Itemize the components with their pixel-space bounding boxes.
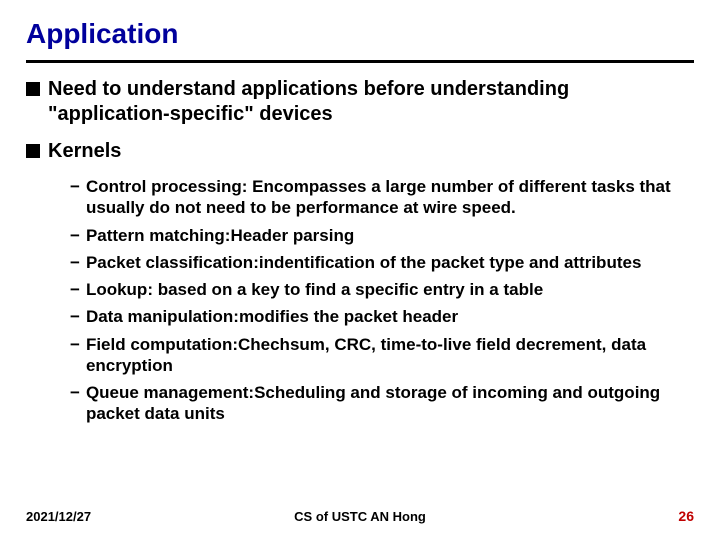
dash-bullet-icon: − xyxy=(70,252,80,273)
bullet-level1: Kernels xyxy=(26,139,694,164)
slide-footer: 2021/12/27 CS of USTC AN Hong 26 xyxy=(0,508,720,524)
bullet-text: Need to understand applications before u… xyxy=(48,77,694,127)
bullet-level2: − Pattern matching:Header parsing xyxy=(70,225,694,246)
bullet-level2: − Packet classification:indentification … xyxy=(70,252,694,273)
sub-bullet-list: − Control processing: Encompasses a larg… xyxy=(70,176,694,425)
bullet-level2: − Queue management:Scheduling and storag… xyxy=(70,382,694,425)
sub-bullet-text: Lookup: based on a key to find a specifi… xyxy=(86,279,543,300)
title-divider xyxy=(26,60,694,63)
sub-bullet-text: Pattern matching:Header parsing xyxy=(86,225,354,246)
bullet-level2: − Control processing: Encompasses a larg… xyxy=(70,176,694,219)
sub-bullet-text: Field computation:Chechsum, CRC, time-to… xyxy=(86,334,694,377)
slide: Application Need to understand applicati… xyxy=(0,0,720,540)
dash-bullet-icon: − xyxy=(70,306,80,327)
dash-bullet-icon: − xyxy=(70,382,80,403)
dash-bullet-icon: − xyxy=(70,334,80,355)
square-bullet-icon xyxy=(26,144,40,158)
bullet-level2: − Lookup: based on a key to find a speci… xyxy=(70,279,694,300)
bullet-level2: − Field computation:Chechsum, CRC, time-… xyxy=(70,334,694,377)
sub-bullet-text: Data manipulation:modifies the packet he… xyxy=(86,306,458,327)
bullet-text: Kernels xyxy=(48,139,121,164)
dash-bullet-icon: − xyxy=(70,176,80,197)
bullet-level1: Need to understand applications before u… xyxy=(26,77,694,127)
bullet-level2: − Data manipulation:modifies the packet … xyxy=(70,306,694,327)
footer-page-number: 26 xyxy=(678,508,694,524)
sub-bullet-text: Queue management:Scheduling and storage … xyxy=(86,382,694,425)
dash-bullet-icon: − xyxy=(70,279,80,300)
square-bullet-icon xyxy=(26,82,40,96)
sub-bullet-text: Control processing: Encompasses a large … xyxy=(86,176,694,219)
footer-center: CS of USTC AN Hong xyxy=(294,509,426,524)
footer-date: 2021/12/27 xyxy=(26,509,91,524)
dash-bullet-icon: − xyxy=(70,225,80,246)
slide-title: Application xyxy=(26,18,694,50)
sub-bullet-text: Packet classification:indentification of… xyxy=(86,252,641,273)
